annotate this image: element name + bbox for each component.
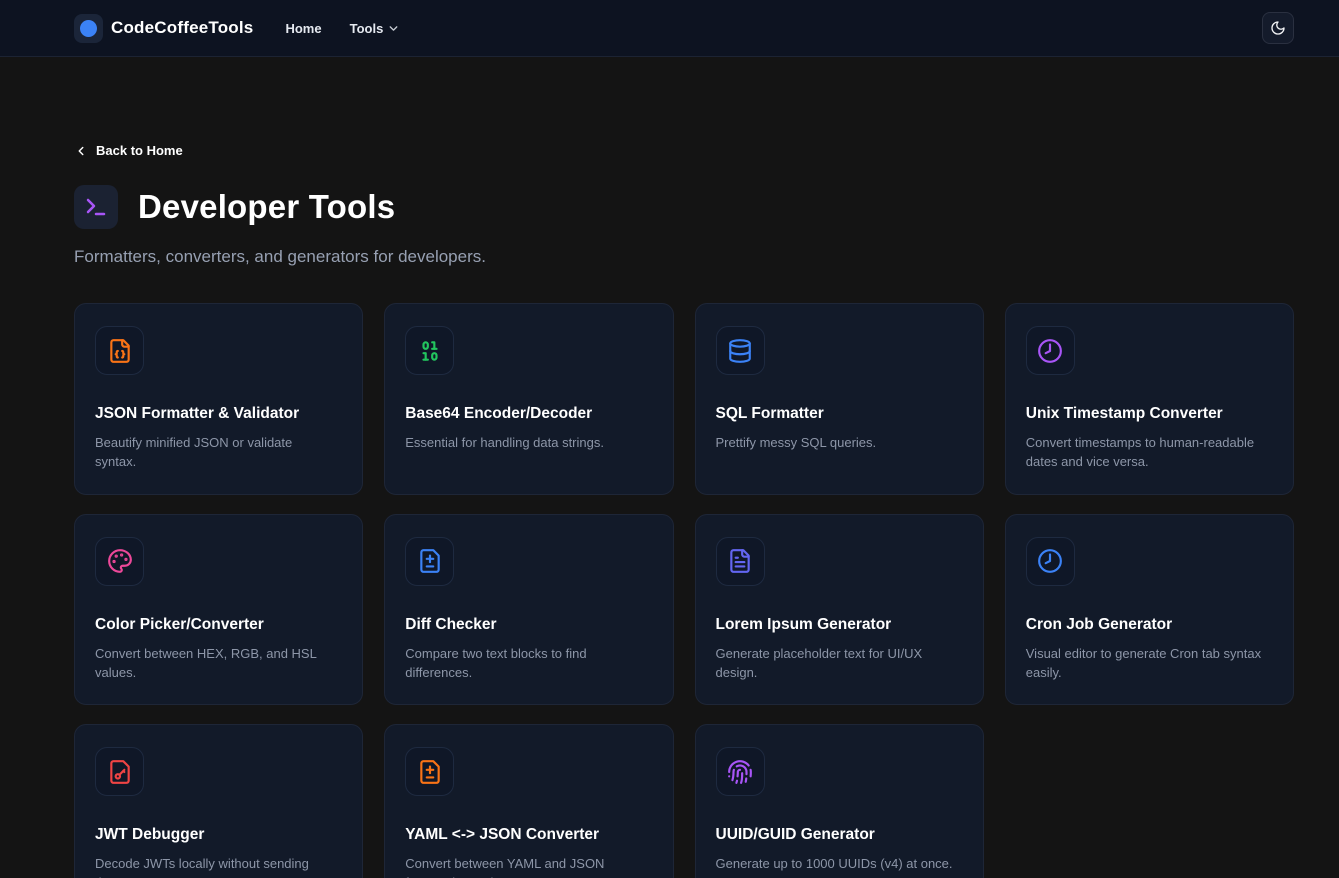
- tool-card-title: Base64 Encoder/Decoder: [405, 405, 652, 423]
- tool-card-sql-formatter[interactable]: SQL Formatter Prettify messy SQL queries…: [695, 303, 984, 495]
- tool-card-title: Unix Timestamp Converter: [1026, 405, 1273, 423]
- brand-name: CodeCoffeeTools: [111, 18, 253, 38]
- tool-card-uuid-guid-generator[interactable]: UUID/GUID Generator Generate up to 1000 …: [695, 724, 984, 878]
- tool-card-title: JWT Debugger: [95, 826, 342, 844]
- tool-card-title: Color Picker/Converter: [95, 616, 342, 634]
- fingerprint-icon: [716, 747, 765, 796]
- tool-card-description: Compare two text blocks to find differen…: [405, 645, 652, 683]
- tool-card-unix-timestamp-converter[interactable]: Unix Timestamp Converter Convert timesta…: [1005, 303, 1294, 495]
- main-content: Back to Home Developer Tools Formatters,…: [0, 57, 1339, 878]
- tool-card-description: Convert between HEX, RGB, and HSL values…: [95, 645, 342, 683]
- tool-card-color-picker-converter[interactable]: Color Picker/Converter Convert between H…: [74, 514, 363, 706]
- navbar: CodeCoffeeTools Home Tools: [0, 0, 1339, 57]
- clock-icon: [1026, 326, 1075, 375]
- tool-card-description: Convert timestamps to human-readable dat…: [1026, 434, 1273, 472]
- tool-card-title: Cron Job Generator: [1026, 616, 1273, 634]
- terminal-icon: [74, 185, 118, 229]
- file-diff-icon: [405, 537, 454, 586]
- tool-card-base64-encoder-decoder[interactable]: Base64 Encoder/Decoder Essential for han…: [384, 303, 673, 495]
- file-json-icon: [95, 326, 144, 375]
- tool-card-description: Decode JWTs locally without sending them…: [95, 855, 342, 878]
- tool-card-title: YAML <-> JSON Converter: [405, 826, 652, 844]
- tool-card-title: UUID/GUID Generator: [716, 826, 963, 844]
- tool-card-title: JSON Formatter & Validator: [95, 405, 342, 423]
- moon-icon: [1270, 20, 1286, 36]
- tool-card-description: Essential for handling data strings.: [405, 434, 652, 453]
- brand[interactable]: CodeCoffeeTools: [74, 14, 253, 43]
- back-to-home-label: Back to Home: [96, 143, 183, 158]
- clock-icon: [1026, 537, 1075, 586]
- file-text-icon: [716, 537, 765, 586]
- theme-toggle-button[interactable]: [1262, 12, 1294, 44]
- file-diff-icon: [405, 747, 454, 796]
- palette-icon: [95, 537, 144, 586]
- binary-icon: [405, 326, 454, 375]
- tool-card-title: Lorem Ipsum Generator: [716, 616, 963, 634]
- nav-item-home[interactable]: Home: [285, 21, 321, 36]
- chevron-down-icon: [387, 22, 400, 35]
- page-subtitle: Formatters, converters, and generators f…: [74, 247, 1294, 267]
- tool-card-description: Generate up to 1000 UUIDs (v4) at once.: [716, 855, 963, 874]
- file-key-icon: [95, 747, 144, 796]
- tool-card-description: Prettify messy SQL queries.: [716, 434, 963, 453]
- chevron-left-icon: [74, 144, 88, 158]
- tool-card-json-formatter-validator[interactable]: JSON Formatter & Validator Beautify mini…: [74, 303, 363, 495]
- tool-card-jwt-debugger[interactable]: JWT Debugger Decode JWTs locally without…: [74, 724, 363, 878]
- tool-card-lorem-ipsum-generator[interactable]: Lorem Ipsum Generator Generate placehold…: [695, 514, 984, 706]
- nav-links: Home Tools: [285, 21, 400, 36]
- tool-card-yaml-json-converter[interactable]: YAML <-> JSON Converter Convert between …: [384, 724, 673, 878]
- tool-card-title: SQL Formatter: [716, 405, 963, 423]
- nav-item-tools[interactable]: Tools: [350, 21, 401, 36]
- tool-card-description: Generate placeholder text for UI/UX desi…: [716, 645, 963, 683]
- app-logo-icon: [74, 14, 103, 43]
- tools-grid: JSON Formatter & Validator Beautify mini…: [74, 303, 1294, 878]
- tool-card-description: Beautify minified JSON or validate synta…: [95, 434, 342, 472]
- page-title: Developer Tools: [138, 188, 395, 226]
- database-icon: [716, 326, 765, 375]
- nav-item-tools-label: Tools: [350, 21, 384, 36]
- page-header: Developer Tools: [74, 185, 1294, 229]
- back-to-home-link[interactable]: Back to Home: [74, 143, 183, 158]
- tool-card-description: Convert between YAML and JSON formats in…: [405, 855, 652, 878]
- tool-card-cron-job-generator[interactable]: Cron Job Generator Visual editor to gene…: [1005, 514, 1294, 706]
- tool-card-description: Visual editor to generate Cron tab synta…: [1026, 645, 1273, 683]
- tool-card-title: Diff Checker: [405, 616, 652, 634]
- nav-item-home-label: Home: [285, 21, 321, 36]
- tool-card-diff-checker[interactable]: Diff Checker Compare two text blocks to …: [384, 514, 673, 706]
